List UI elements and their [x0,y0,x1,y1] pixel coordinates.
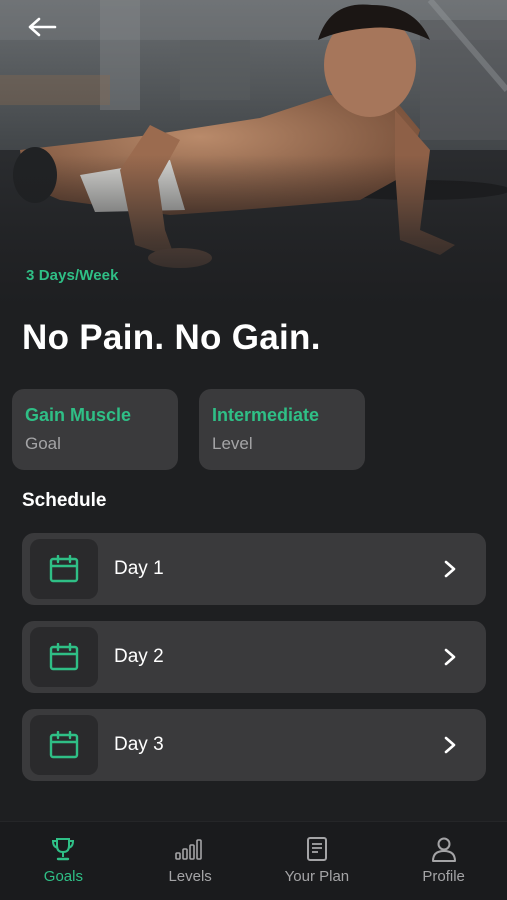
goal-caption: Goal [25,434,61,453]
chevron-right-icon [444,648,456,666]
nav-item-goals[interactable]: Goals [0,822,127,900]
document-icon [305,835,329,863]
page-title: No Pain. No Gain. [22,318,321,357]
trophy-icon [50,835,76,863]
day-label: Day 3 [114,734,164,755]
level-caption: Level [212,434,253,453]
nav-label: Profile [422,868,465,885]
level-value: Intermediate [212,405,320,425]
goal-value: Gain Muscle [25,405,132,425]
bar-levels-icon [175,835,205,863]
arrow-left-icon [28,17,57,37]
nav-label: Your Plan [284,868,350,885]
day-label: Day 2 [114,646,164,667]
schedule-day-1[interactable]: Day 1 [22,533,486,605]
calendar-icon [49,731,79,759]
nav-item-your-plan[interactable]: Your Plan [254,822,381,900]
goal-card: Gain Muscle Goal [12,389,178,470]
day-icon-container [30,715,98,775]
level-card: Intermediate Level [199,389,365,470]
schedule-day-2[interactable]: Day 2 [22,621,486,693]
back-button[interactable] [22,10,62,44]
chevron-right-icon [444,736,456,754]
nav-item-profile[interactable]: Profile [380,822,507,900]
calendar-icon [49,555,79,583]
frequency-label: 3 Days/Week [26,267,119,284]
chevron-right-icon [444,560,456,578]
nav-item-levels[interactable]: Levels [127,822,254,900]
app-screen: 3 Days/Week No Pain. No Gain. Gain Muscl… [0,0,507,900]
day-label: Day 1 [114,558,164,579]
bottom-nav: Goals Levels Your Plan Profile [0,821,507,900]
nav-label: Goals [43,868,83,885]
day-icon-container [30,539,98,599]
nav-label: Levels [168,868,212,885]
day-icon-container [30,627,98,687]
person-icon [431,835,457,863]
schedule-heading: Schedule [22,490,107,511]
schedule-day-3[interactable]: Day 3 [22,709,486,781]
hero-banner: 3 Days/Week [0,0,507,305]
calendar-icon [49,643,79,671]
